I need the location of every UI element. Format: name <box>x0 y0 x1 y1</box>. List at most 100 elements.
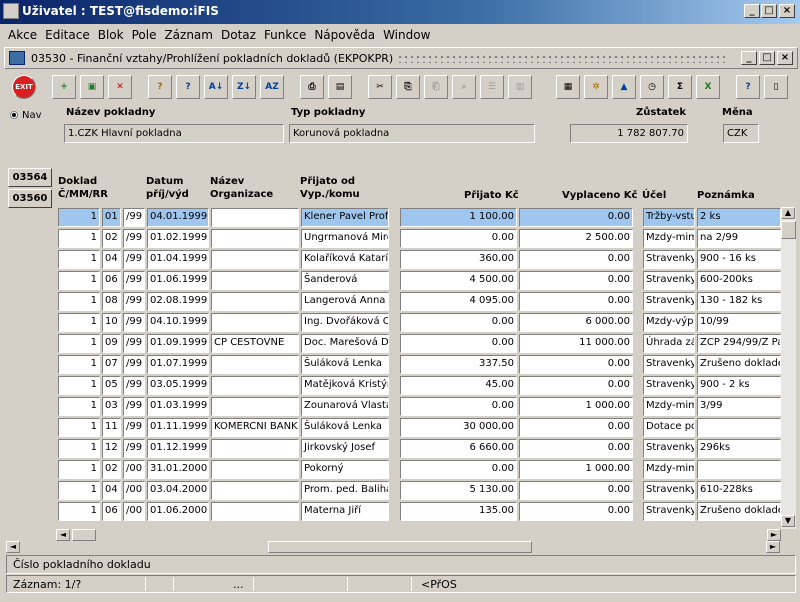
tab-03560[interactable]: 03560 <box>8 189 52 208</box>
organizace-cell[interactable]: KOMERCNI BANK. <box>211 418 299 437</box>
prijato-kc-cell[interactable]: 6 660.00 <box>400 439 517 458</box>
vyplaceno-kc-cell[interactable]: 0.00 <box>519 292 633 311</box>
poznamka-cell[interactable]: 130 - 182 ks <box>697 292 781 311</box>
datum-cell[interactable]: 04.01.1999 <box>147 208 209 227</box>
osoba-cell[interactable]: Pokorný <box>301 460 389 479</box>
doklad-rok-cell[interactable]: /00 <box>123 502 145 521</box>
poznamka-cell[interactable]: ZCP 294/99/Z Pai <box>697 334 781 353</box>
nazev-pokladny-field[interactable]: 1.CZK Hlavní pokladna <box>64 124 284 143</box>
insert-record-icon[interactable]: + <box>52 75 76 99</box>
osoba-cell[interactable]: Klener Pavel Prof. <box>301 208 389 227</box>
vyplaceno-kc-cell[interactable]: 2 500.00 <box>519 229 633 248</box>
poznamka-cell[interactable]: na 2/99 <box>697 229 781 248</box>
vyplaceno-kc-cell[interactable]: 0.00 <box>519 481 633 500</box>
doklad-rok-cell[interactable]: /99 <box>123 271 145 290</box>
vyplaceno-kc-cell[interactable]: 0.00 <box>519 418 633 437</box>
grid-scroll-right-icon[interactable]: ► <box>767 529 781 541</box>
doklad-rok-cell[interactable]: /99 <box>123 313 145 332</box>
sort-asc-icon[interactable]: A↓ <box>204 75 228 99</box>
osoba-cell[interactable]: Langerová Anna <box>301 292 389 311</box>
osoba-cell[interactable]: Zounarová Vlasta <box>301 397 389 416</box>
poznamka-cell[interactable]: 10/99 <box>697 313 781 332</box>
doklad-mesic-cell[interactable]: 01 <box>102 208 121 227</box>
datum-cell[interactable]: 01.03.1999 <box>147 397 209 416</box>
datum-cell[interactable]: 02.08.1999 <box>147 292 209 311</box>
ucel-cell[interactable]: Mzdy-výpl <box>643 313 695 332</box>
ucel-cell[interactable]: Stravenky <box>643 439 695 458</box>
osoba-cell[interactable]: Materna Jiří <box>301 502 389 521</box>
zustatek-field[interactable]: 1 782 807.70 <box>570 124 688 143</box>
doklad-cislo-cell[interactable]: 1 <box>58 229 100 248</box>
doklad-mesic-cell[interactable]: 12 <box>102 439 121 458</box>
doklad-mesic-cell[interactable]: 05 <box>102 376 121 395</box>
help-context-icon[interactable]: ▯ <box>764 75 788 99</box>
ucel-cell[interactable]: Úhrada zá <box>643 334 695 353</box>
organizace-cell[interactable] <box>211 376 299 395</box>
find-icon[interactable]: ⌕ <box>452 75 476 99</box>
prijato-kc-cell[interactable]: 0.00 <box>400 397 517 416</box>
doklad-rok-cell[interactable]: /99 <box>123 229 145 248</box>
poznamka-cell[interactable]: 3/99 <box>697 397 781 416</box>
doklad-mesic-cell[interactable]: 11 <box>102 418 121 437</box>
doklad-rok-cell[interactable]: /99 <box>123 418 145 437</box>
organizace-cell[interactable] <box>211 460 299 479</box>
osoba-cell[interactable]: Ing. Dvořáková Ol <box>301 313 389 332</box>
nav-radio[interactable] <box>10 111 18 119</box>
enter-query-icon[interactable]: ? <box>148 75 172 99</box>
organizace-cell[interactable] <box>211 208 299 227</box>
osoba-cell[interactable]: Matějková Kristýn <box>301 376 389 395</box>
organizace-cell[interactable] <box>211 229 299 248</box>
datum-cell[interactable]: 01.12.1999 <box>147 439 209 458</box>
ucel-cell[interactable]: Stravenky <box>643 355 695 374</box>
form-horizontal-scrollbar[interactable]: ◄ ► <box>6 541 792 553</box>
form-minimize-button[interactable]: _ <box>741 51 757 65</box>
menu-editace[interactable]: Editace <box>41 25 94 42</box>
exit-button[interactable]: EXIT <box>12 75 36 99</box>
menu-napoveda[interactable]: Nápověda <box>310 25 379 42</box>
ucel-cell[interactable]: Mzdy-mim <box>643 460 695 479</box>
prijato-kc-cell[interactable]: 337.50 <box>400 355 517 374</box>
paste-icon[interactable]: ⎗ <box>424 75 448 99</box>
grid-horizontal-scroll-thumb[interactable] <box>72 529 96 541</box>
form-horizontal-scroll-thumb[interactable] <box>268 541 532 553</box>
poznamka-cell[interactable] <box>697 418 781 437</box>
datum-cell[interactable]: 31.01.2000 <box>147 460 209 479</box>
doklad-cislo-cell[interactable]: 1 <box>58 502 100 521</box>
grid-horizontal-scrollbar[interactable]: ◄ ► <box>56 529 781 541</box>
doklad-rok-cell[interactable]: /99 <box>123 208 145 227</box>
doklad-rok-cell[interactable]: /99 <box>123 439 145 458</box>
organizace-cell[interactable] <box>211 313 299 332</box>
prijato-kc-cell[interactable]: 0.00 <box>400 460 517 479</box>
doklad-cislo-cell[interactable]: 1 <box>58 250 100 269</box>
vertical-scroll-thumb[interactable] <box>781 221 796 239</box>
scroll-up-icon[interactable]: ▲ <box>781 207 795 219</box>
osoba-cell[interactable]: Kolaříková Katarín <box>301 250 389 269</box>
organizace-cell[interactable] <box>211 481 299 500</box>
vyplaceno-kc-cell[interactable]: 0.00 <box>519 502 633 521</box>
copy-icon[interactable]: ⎘ <box>396 75 420 99</box>
doklad-cislo-cell[interactable]: 1 <box>58 418 100 437</box>
datum-cell[interactable]: 04.10.1999 <box>147 313 209 332</box>
mena-field[interactable]: CZK <box>723 124 759 143</box>
form-close-button[interactable]: × <box>777 51 793 65</box>
prijato-kc-cell[interactable]: 135.00 <box>400 502 517 521</box>
typ-pokladny-field[interactable]: Korunová pokladna <box>289 124 535 143</box>
form-scroll-right-icon[interactable]: ► <box>766 541 780 553</box>
osoba-cell[interactable]: Ungrmanová Miros <box>301 229 389 248</box>
menu-zaznam[interactable]: Záznam <box>160 25 217 42</box>
ucel-cell[interactable]: Mzdy-mim <box>643 229 695 248</box>
ucel-cell[interactable]: Dotace po <box>643 418 695 437</box>
doklad-rok-cell[interactable]: /99 <box>123 334 145 353</box>
vertical-scrollbar[interactable]: ▲ ▼ <box>781 207 796 529</box>
poznamka-cell[interactable]: 900 - 16 ks <box>697 250 781 269</box>
doklad-mesic-cell[interactable]: 09 <box>102 334 121 353</box>
doklad-mesic-cell[interactable]: 04 <box>102 250 121 269</box>
doklad-rok-cell[interactable]: /99 <box>123 250 145 269</box>
poznamka-cell[interactable]: Zrušeno doklader <box>697 502 781 521</box>
doklad-cislo-cell[interactable]: 1 <box>58 271 100 290</box>
datum-cell[interactable]: 01.07.1999 <box>147 355 209 374</box>
menu-pole[interactable]: Pole <box>128 25 161 42</box>
vyplaceno-kc-cell[interactable]: 1 000.00 <box>519 460 633 479</box>
prijato-kc-cell[interactable]: 4 500.00 <box>400 271 517 290</box>
minimize-button[interactable]: _ <box>744 4 760 18</box>
